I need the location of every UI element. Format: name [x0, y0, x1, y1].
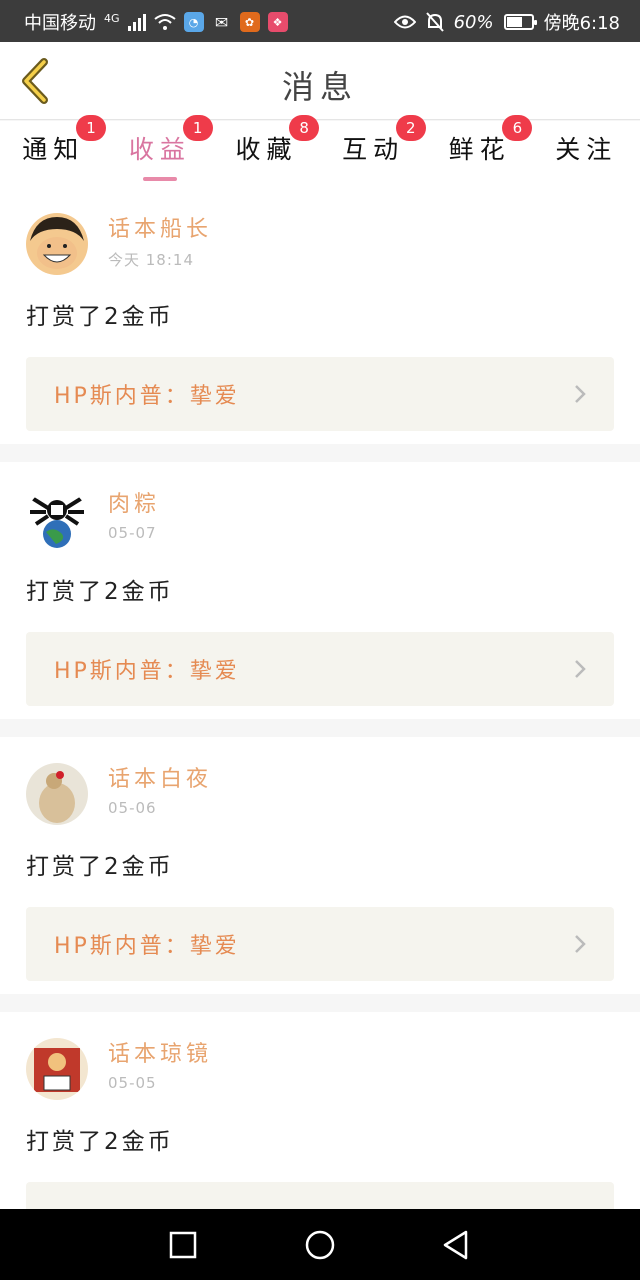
- home-icon[interactable]: [302, 1227, 338, 1263]
- timestamp: 05-05: [108, 1074, 157, 1092]
- tab-notifications[interactable]: 通知 1: [0, 115, 107, 187]
- work-title: HP斯内普：挚爱: [54, 934, 240, 959]
- pink-app-icon: ❖: [267, 12, 288, 32]
- message-card: 肉粽 05-07 打赏了2金币 HP斯内普：挚爱: [0, 462, 640, 719]
- message-card: 话本琼镜 05-05 打赏了2金币: [0, 1012, 640, 1209]
- message-text: 打赏了2金币: [26, 1129, 174, 1155]
- signal-icon: [127, 13, 146, 31]
- message-card: 话本白夜 05-06 打赏了2金币 HP斯内普：挚爱: [0, 737, 640, 994]
- page-title: 消息: [281, 68, 358, 106]
- wechat-icon: ✉: [214, 12, 229, 32]
- wifi-icon: [153, 14, 176, 30]
- avatar[interactable]: [26, 763, 88, 825]
- avatar[interactable]: [26, 213, 88, 275]
- mute-bell-icon: [425, 12, 444, 32]
- work-reference[interactable]: [26, 1182, 614, 1209]
- tab-badge: 2: [395, 115, 426, 141]
- work-reference[interactable]: HP斯内普：挚爱: [26, 632, 614, 706]
- message-text: 打赏了2金币: [26, 304, 174, 330]
- clock: 傍晚6:18: [543, 13, 620, 34]
- tab-following[interactable]: 关注: [533, 121, 640, 187]
- app-header: 消息: [0, 42, 640, 120]
- tab-label: 通知: [22, 135, 85, 164]
- timestamp: 05-06: [108, 799, 157, 817]
- status-bar: 中国移动 4G ◔ ✉ ✿ ❖ 60% 傍晚6:18: [0, 0, 640, 42]
- tab-label: 收藏: [235, 135, 298, 164]
- work-title: HP斯内普：挚爱: [54, 659, 240, 684]
- work-reference[interactable]: HP斯内普：挚爱: [26, 907, 614, 981]
- tab-badge: 8: [289, 115, 320, 141]
- username[interactable]: 话本白夜: [108, 763, 212, 797]
- browser-app-icon: ◔: [183, 12, 204, 32]
- message-list[interactable]: 话本船长 今天 18:14 打赏了2金币 HP斯内普：挚爱 肉粽 05-07 打…: [0, 187, 640, 1209]
- chevron-right-icon: [575, 660, 586, 678]
- username[interactable]: 话本船长: [108, 213, 212, 247]
- battery-icon: [503, 14, 537, 30]
- tab-badge: 1: [182, 115, 213, 141]
- recent-apps-icon[interactable]: [165, 1227, 201, 1263]
- work-title: HP斯内普：挚爱: [54, 384, 240, 409]
- timestamp: 今天 18:14: [108, 251, 194, 269]
- tab-favorites[interactable]: 收藏 8: [213, 115, 320, 187]
- tab-badge: 1: [76, 115, 106, 141]
- network-type: 4G: [104, 11, 120, 25]
- tab-label: 收益: [128, 135, 191, 164]
- battery-percent: 60%: [453, 11, 494, 33]
- system-nav-bar: [0, 1209, 640, 1280]
- back-nav-icon[interactable]: [438, 1227, 474, 1263]
- tab-earnings[interactable]: 收益 1: [107, 115, 214, 187]
- message-card: 话本船长 今天 18:14 打赏了2金币 HP斯内普：挚爱: [0, 187, 640, 444]
- tab-label: 鲜花: [448, 135, 511, 164]
- message-text: 打赏了2金币: [26, 854, 174, 880]
- tab-interactions[interactable]: 互动 2: [320, 115, 427, 187]
- message-text: 打赏了2金币: [26, 579, 174, 605]
- tab-label: 关注: [555, 135, 618, 164]
- timestamp: 05-07: [108, 524, 157, 542]
- tab-badge: 6: [502, 115, 533, 141]
- username[interactable]: 话本琼镜: [108, 1038, 212, 1072]
- chevron-right-icon: [575, 385, 586, 403]
- tab-label: 互动: [342, 135, 405, 164]
- avatar[interactable]: [26, 1038, 88, 1100]
- username[interactable]: 肉粽: [108, 488, 160, 522]
- carrier-label: 中国移动: [24, 13, 96, 34]
- tab-flowers[interactable]: 鲜花 6: [426, 115, 533, 187]
- work-reference[interactable]: HP斯内普：挚爱: [26, 357, 614, 431]
- squirrel-app-icon: ✿: [239, 12, 260, 32]
- avatar[interactable]: [26, 488, 88, 550]
- eye-icon: [393, 15, 416, 29]
- chevron-right-icon: [575, 935, 586, 953]
- tab-bar: 通知 1 收益 1 收藏 8 互动 2 鲜花 6 关注: [0, 115, 640, 187]
